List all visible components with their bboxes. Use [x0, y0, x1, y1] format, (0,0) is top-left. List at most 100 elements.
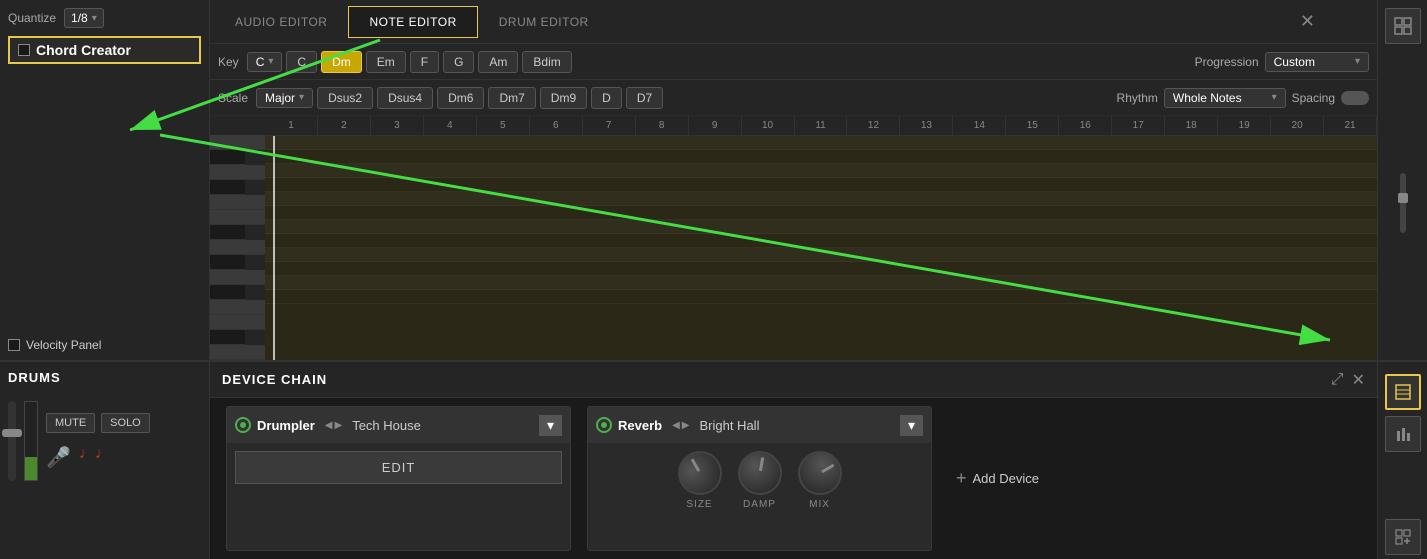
- piano-key[interactable]: [210, 225, 245, 240]
- tab-note-editor[interactable]: NOTE EDITOR: [348, 6, 477, 38]
- drumpler-power-button[interactable]: [235, 417, 251, 433]
- editor-area: AUDIO EDITOR NOTE EDITOR DRUM EDITOR ✕ K…: [210, 0, 1377, 360]
- scale-chord-D[interactable]: D: [591, 87, 622, 109]
- mute-solo-row: MUTE SOLO: [46, 413, 150, 433]
- drumpler-dropdown-button[interactable]: ▾: [539, 415, 562, 436]
- roll-grid[interactable]: 1 2 3 4 5 6 7 8 9 10 11 12 13 14: [265, 116, 1377, 360]
- device-chain-area: DEVICE CHAIN ⤢ ✕ Drumpler: [210, 362, 1377, 559]
- drums-controls: MUTE SOLO 🎤 ♩♩: [8, 401, 201, 481]
- piano-key[interactable]: [210, 210, 265, 225]
- solo-button[interactable]: SOLO: [101, 413, 150, 433]
- scale-chord-Dm7[interactable]: Dm7: [488, 87, 535, 109]
- piano-key[interactable]: [210, 180, 245, 195]
- chord-btn-G[interactable]: G: [443, 51, 474, 73]
- scale-row: Scale Major ▾ Dsus2 Dsus4 Dm6 Dm7 Dm9 D …: [210, 80, 1377, 116]
- add-device-label: Add Device: [973, 471, 1039, 486]
- ruler: 1 2 3 4 5 6 7 8 9 10 11 12 13 14: [265, 116, 1377, 136]
- scale-chord-Dm6[interactable]: Dm6: [437, 87, 484, 109]
- expand-icon-button[interactable]: [1385, 8, 1421, 44]
- tab-audio-editor[interactable]: AUDIO EDITOR: [214, 6, 348, 38]
- reverb-prev-arrow[interactable]: ◀: [672, 420, 680, 431]
- wave-icon[interactable]: ♩♩: [79, 445, 111, 470]
- grid-add-button[interactable]: [1385, 519, 1421, 555]
- device-chain-close-button[interactable]: ✕: [1352, 370, 1365, 390]
- drum-fader[interactable]: [8, 401, 16, 481]
- chord-creator-label: Chord Creator: [36, 42, 131, 58]
- drums-action-area: MUTE SOLO 🎤 ♩♩: [46, 413, 150, 470]
- rhythm-area: Rhythm Whole Notes ▾ Spacing: [1117, 88, 1369, 108]
- piano-roll-container: 1 2 3 4 5 6 7 8 9 10 11 12 13 14: [210, 116, 1377, 360]
- piano-key[interactable]: [210, 300, 265, 315]
- piano-key[interactable]: [210, 195, 265, 210]
- piano-key[interactable]: [210, 345, 265, 360]
- drumpler-prev-arrow[interactable]: ◀: [325, 420, 333, 431]
- device-chain-expand-icon[interactable]: ⤢: [1331, 371, 1344, 389]
- scale-chord-D7[interactable]: D7: [626, 87, 663, 109]
- rhythm-select[interactable]: Whole Notes ▾: [1164, 88, 1286, 108]
- mute-button[interactable]: MUTE: [46, 413, 95, 433]
- progression-label: Progression: [1195, 55, 1259, 69]
- drumpler-body: EDIT: [227, 443, 570, 492]
- chord-btn-Bdim[interactable]: Bdim: [522, 51, 571, 73]
- piano-key[interactable]: [210, 255, 245, 270]
- top-right-controls: [1377, 0, 1427, 360]
- piano-key[interactable]: [210, 285, 245, 300]
- scale-select[interactable]: Major ▾: [256, 88, 313, 108]
- reverb-dropdown-button[interactable]: ▾: [900, 415, 923, 436]
- damp-knob-label: DAMP: [743, 499, 776, 510]
- reverb-preset-arrows: ◀ ▶: [672, 420, 689, 431]
- piano-key[interactable]: [210, 150, 245, 165]
- mixer-view-button[interactable]: [1385, 416, 1421, 452]
- rhythm-dropdown-arrow: ▾: [1272, 92, 1277, 103]
- piano-key[interactable]: [210, 270, 265, 285]
- velocity-panel-checkbox[interactable]: [8, 339, 20, 351]
- piano-key[interactable]: [210, 165, 265, 180]
- reverb-knobs: SIZE DAMP MIX: [588, 443, 931, 518]
- key-select[interactable]: C ▾: [247, 52, 283, 72]
- reverb-device: Reverb ◀ ▶ Bright Hall ▾ SIZE: [587, 406, 932, 551]
- bottom-section: DRUMS MUTE SOLO: [0, 360, 1427, 559]
- scale-chord-Dsus4[interactable]: Dsus4: [377, 87, 433, 109]
- chord-btn-Am[interactable]: Am: [478, 51, 518, 73]
- piano-key[interactable]: [210, 330, 245, 345]
- scale-label: Scale: [218, 91, 248, 105]
- quantize-select[interactable]: 1/8 ▾: [64, 8, 104, 28]
- reverb-power-dot: [601, 422, 607, 428]
- piano-key[interactable]: [210, 315, 265, 330]
- scale-chord-Dm9[interactable]: Dm9: [540, 87, 587, 109]
- drums-title: DRUMS: [8, 370, 201, 385]
- reverb-device-header: Reverb ◀ ▶ Bright Hall ▾: [588, 407, 931, 443]
- spacing-toggle[interactable]: [1341, 91, 1369, 105]
- device-chain-actions: ⤢ ✕: [1331, 370, 1365, 390]
- close-button[interactable]: ✕: [1292, 7, 1323, 36]
- device-view-button[interactable]: [1385, 374, 1421, 410]
- chord-btn-Dm[interactable]: Dm: [321, 51, 362, 73]
- drumpler-name: Drumpler: [257, 418, 315, 433]
- progression-dropdown-arrow: ▾: [1355, 56, 1360, 67]
- damp-knob[interactable]: [734, 448, 785, 499]
- drumpler-edit-button[interactable]: EDIT: [235, 451, 562, 484]
- mix-knob[interactable]: [789, 443, 849, 503]
- chord-btn-C[interactable]: C: [286, 51, 317, 73]
- add-device-button[interactable]: + Add Device: [940, 460, 1055, 497]
- piano-key[interactable]: [210, 135, 265, 150]
- mic-icon[interactable]: 🎤: [46, 445, 71, 470]
- size-knob[interactable]: [669, 443, 729, 503]
- chord-btn-F[interactable]: F: [410, 51, 439, 73]
- reverb-next-arrow[interactable]: ▶: [682, 420, 690, 431]
- progression-select[interactable]: Custom ▾: [1265, 52, 1369, 72]
- reverb-power-button[interactable]: [596, 417, 612, 433]
- tab-bar: AUDIO EDITOR NOTE EDITOR DRUM EDITOR ✕: [210, 0, 1377, 44]
- drumpler-device: Drumpler ◀ ▶ Tech House ▾ EDIT: [226, 406, 571, 551]
- scale-chord-Dsus2[interactable]: Dsus2: [317, 87, 373, 109]
- chord-btn-Em[interactable]: Em: [366, 51, 406, 73]
- size-knob-label: SIZE: [686, 499, 712, 510]
- bottom-body: DRUMS MUTE SOLO: [0, 362, 1427, 559]
- tab-drum-editor[interactable]: DRUM EDITOR: [478, 6, 610, 38]
- chord-creator-checkbox[interactable]: [18, 44, 30, 56]
- drumpler-next-arrow[interactable]: ▶: [335, 420, 343, 431]
- level-meter: [24, 401, 38, 481]
- drum-fader-container: [8, 401, 38, 481]
- rhythm-label: Rhythm: [1117, 91, 1158, 105]
- piano-key[interactable]: [210, 240, 265, 255]
